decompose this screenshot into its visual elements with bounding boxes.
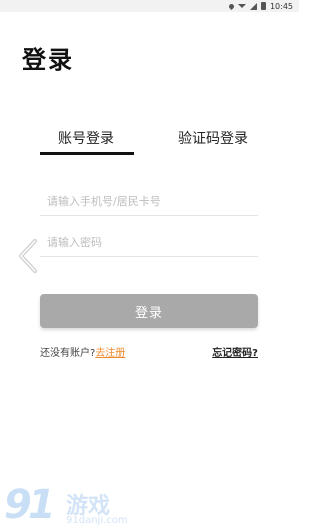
login-button[interactable]: 登录 (40, 294, 258, 328)
watermark-number: 91 (4, 482, 56, 528)
battery-icon (260, 2, 266, 10)
password-input[interactable] (40, 229, 258, 257)
no-account-text: 还没有账户? (40, 348, 96, 359)
wifi-icon (237, 4, 246, 8)
status-time: 10:45 (269, 1, 293, 11)
login-tabs: 账号登录 验证码登录 (40, 128, 260, 158)
phone-input[interactable] (40, 188, 258, 216)
status-bar: 10:45 (0, 0, 299, 12)
watermark-domain: 91danji.com (66, 515, 128, 526)
back-chevron-icon[interactable] (17, 238, 39, 274)
tab-account-login[interactable]: 账号登录 (58, 128, 114, 148)
register-link[interactable]: 去注册 (95, 348, 125, 359)
forgot-password-link[interactable]: 忘记密码? (212, 344, 258, 359)
active-tab-indicator (40, 152, 134, 155)
page-title: 登录 (22, 46, 74, 74)
signal-icon (249, 2, 257, 10)
register-prompt: 还没有账户?去注册 (40, 344, 125, 359)
site-watermark: 91 游戏 91danji.com (4, 482, 154, 528)
location-icon (227, 2, 235, 10)
tab-sms-code-login[interactable]: 验证码登录 (178, 128, 248, 148)
